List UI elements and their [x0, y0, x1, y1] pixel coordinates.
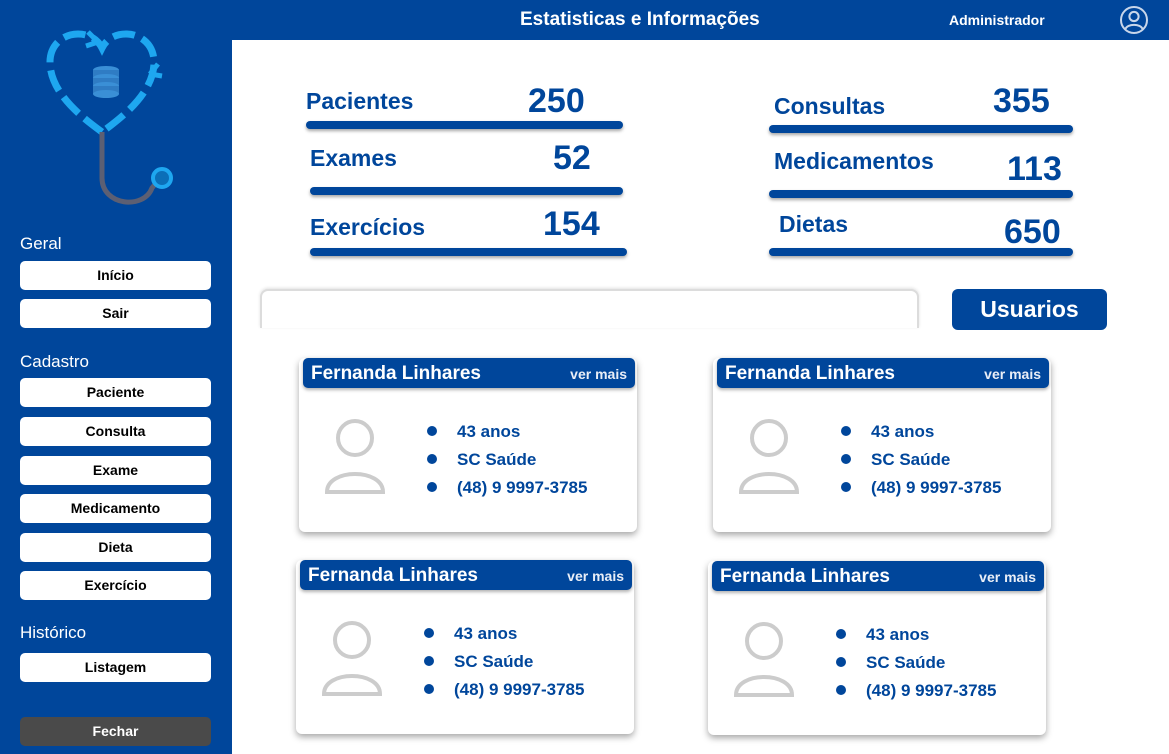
see-more-link[interactable]: ver mais	[984, 366, 1041, 382]
sidebar-item-dieta[interactable]: Dieta	[20, 533, 211, 562]
user-card: Fernanda Linhares ver mais 43 anos SC Sa…	[296, 560, 634, 734]
user-phone-text: (48) 9 9997-3785	[457, 478, 588, 497]
stat-value-pacientes: 250	[528, 82, 585, 120]
user-age: 43 anos	[836, 625, 929, 645]
user-phone: (48) 9 9997-3785	[427, 478, 587, 498]
avatar-placeholder-icon	[324, 419, 386, 494]
user-age-text: 43 anos	[866, 625, 930, 644]
see-more-link[interactable]: ver mais	[570, 366, 627, 382]
users-button[interactable]: Usuarios	[952, 289, 1107, 330]
user-name: Fernanda Linhares	[725, 363, 895, 384]
avatar-placeholder-icon	[321, 621, 383, 696]
user-plan: SC Saúde	[427, 450, 536, 470]
user-plan-text: SC Saúde	[866, 653, 946, 672]
avatar-placeholder-icon	[733, 622, 795, 697]
sidebar-item-paciente[interactable]: Paciente	[20, 378, 211, 407]
user-card-header: Fernanda Linhares ver mais	[712, 561, 1044, 591]
stat-label-exercicios: Exercícios	[310, 214, 426, 240]
user-phone-text: (48) 9 9997-3785	[866, 681, 997, 700]
sidebar-item-consulta[interactable]: Consulta	[20, 417, 211, 446]
section-label-geral: Geral	[20, 234, 62, 253]
user-phone-text: (48) 9 9997-3785	[454, 680, 585, 699]
user-age-text: 43 anos	[454, 624, 518, 643]
user-card-header: Fernanda Linhares ver mais	[303, 358, 635, 388]
user-name: Fernanda Linhares	[311, 363, 481, 384]
stethoscope-logo-icon	[46, 30, 173, 205]
user-phone: (48) 9 9997-3785	[841, 478, 1001, 498]
user-card: Fernanda Linhares ver mais 43 anos SC Sa…	[299, 358, 637, 532]
sidebar-item-medicamento[interactable]: Medicamento	[20, 494, 211, 523]
user-phone: (48) 9 9997-3785	[836, 681, 996, 701]
user-plan-text: SC Saúde	[454, 652, 534, 671]
see-more-link[interactable]: ver mais	[567, 568, 624, 584]
sidebar-item-inicio[interactable]: Início	[20, 261, 211, 290]
user-plan-text: SC Saúde	[457, 450, 537, 469]
stat-value-consultas: 355	[993, 82, 1050, 120]
stat-value-exercicios: 154	[543, 205, 600, 243]
stat-bar-pacientes	[306, 121, 623, 129]
stat-label-dietas: Dietas	[779, 211, 849, 237]
stat-label-medicamentos: Medicamentos	[774, 148, 934, 174]
stat-bar-dietas	[769, 248, 1073, 256]
user-age: 43 anos	[424, 624, 517, 644]
stat-label-pacientes: Pacientes	[306, 88, 414, 114]
avatar-placeholder-icon	[738, 419, 800, 494]
page-title: Estatisticas e Informações	[520, 9, 760, 30]
sidebar-item-listagem[interactable]: Listagem	[20, 653, 211, 682]
stat-bar-consultas	[769, 125, 1073, 133]
section-label-historico: Histórico	[20, 623, 87, 642]
user-card: Fernanda Linhares ver mais 43 anos SC Sa…	[713, 358, 1051, 532]
see-more-link[interactable]: ver mais	[979, 569, 1036, 585]
user-age-text: 43 anos	[871, 422, 935, 441]
stat-value-medicamentos: 113	[1007, 150, 1062, 188]
user-card-header: Fernanda Linhares ver mais	[300, 560, 632, 590]
user-plan: SC Saúde	[841, 450, 950, 470]
user-age: 43 anos	[841, 422, 934, 442]
user-circle-icon[interactable]	[1119, 5, 1149, 35]
close-button[interactable]: Fechar	[20, 717, 211, 746]
user-phone-text: (48) 9 9997-3785	[871, 478, 1002, 497]
sidebar-item-sair[interactable]: Sair	[20, 299, 211, 328]
app: Estatisticas e Informações Administrador…	[0, 0, 1169, 754]
user-card-header: Fernanda Linhares ver mais	[717, 358, 1049, 388]
user-name: Fernanda Linhares	[720, 566, 890, 587]
stat-value-dietas: 650	[1004, 213, 1061, 251]
user-plan-text: SC Saúde	[871, 450, 951, 469]
user-age: 43 anos	[427, 422, 520, 442]
stat-bar-exercicios	[310, 248, 627, 256]
sidebar-item-exercicio[interactable]: Exercício	[20, 571, 211, 600]
sidebar-item-exame[interactable]: Exame	[20, 456, 211, 485]
stat-bar-exames	[310, 187, 623, 195]
user-plan: SC Saúde	[424, 652, 533, 672]
user-name: Fernanda Linhares	[308, 565, 478, 586]
sidebar: Geral Início Sair Cadastro Paciente Cons…	[0, 0, 232, 754]
search-input[interactable]	[260, 289, 919, 328]
stat-label-consultas: Consultas	[774, 93, 886, 119]
admin-label: Administrador	[949, 12, 1045, 28]
stat-label-exames: Exames	[310, 145, 397, 171]
stat-bar-medicamentos	[769, 190, 1073, 198]
stat-value-exames: 52	[553, 139, 591, 177]
user-age-text: 43 anos	[457, 422, 521, 441]
user-card: Fernanda Linhares ver mais 43 anos SC Sa…	[708, 561, 1046, 735]
section-label-cadastro: Cadastro	[20, 352, 89, 371]
user-phone: (48) 9 9997-3785	[424, 680, 584, 700]
user-plan: SC Saúde	[836, 653, 945, 673]
